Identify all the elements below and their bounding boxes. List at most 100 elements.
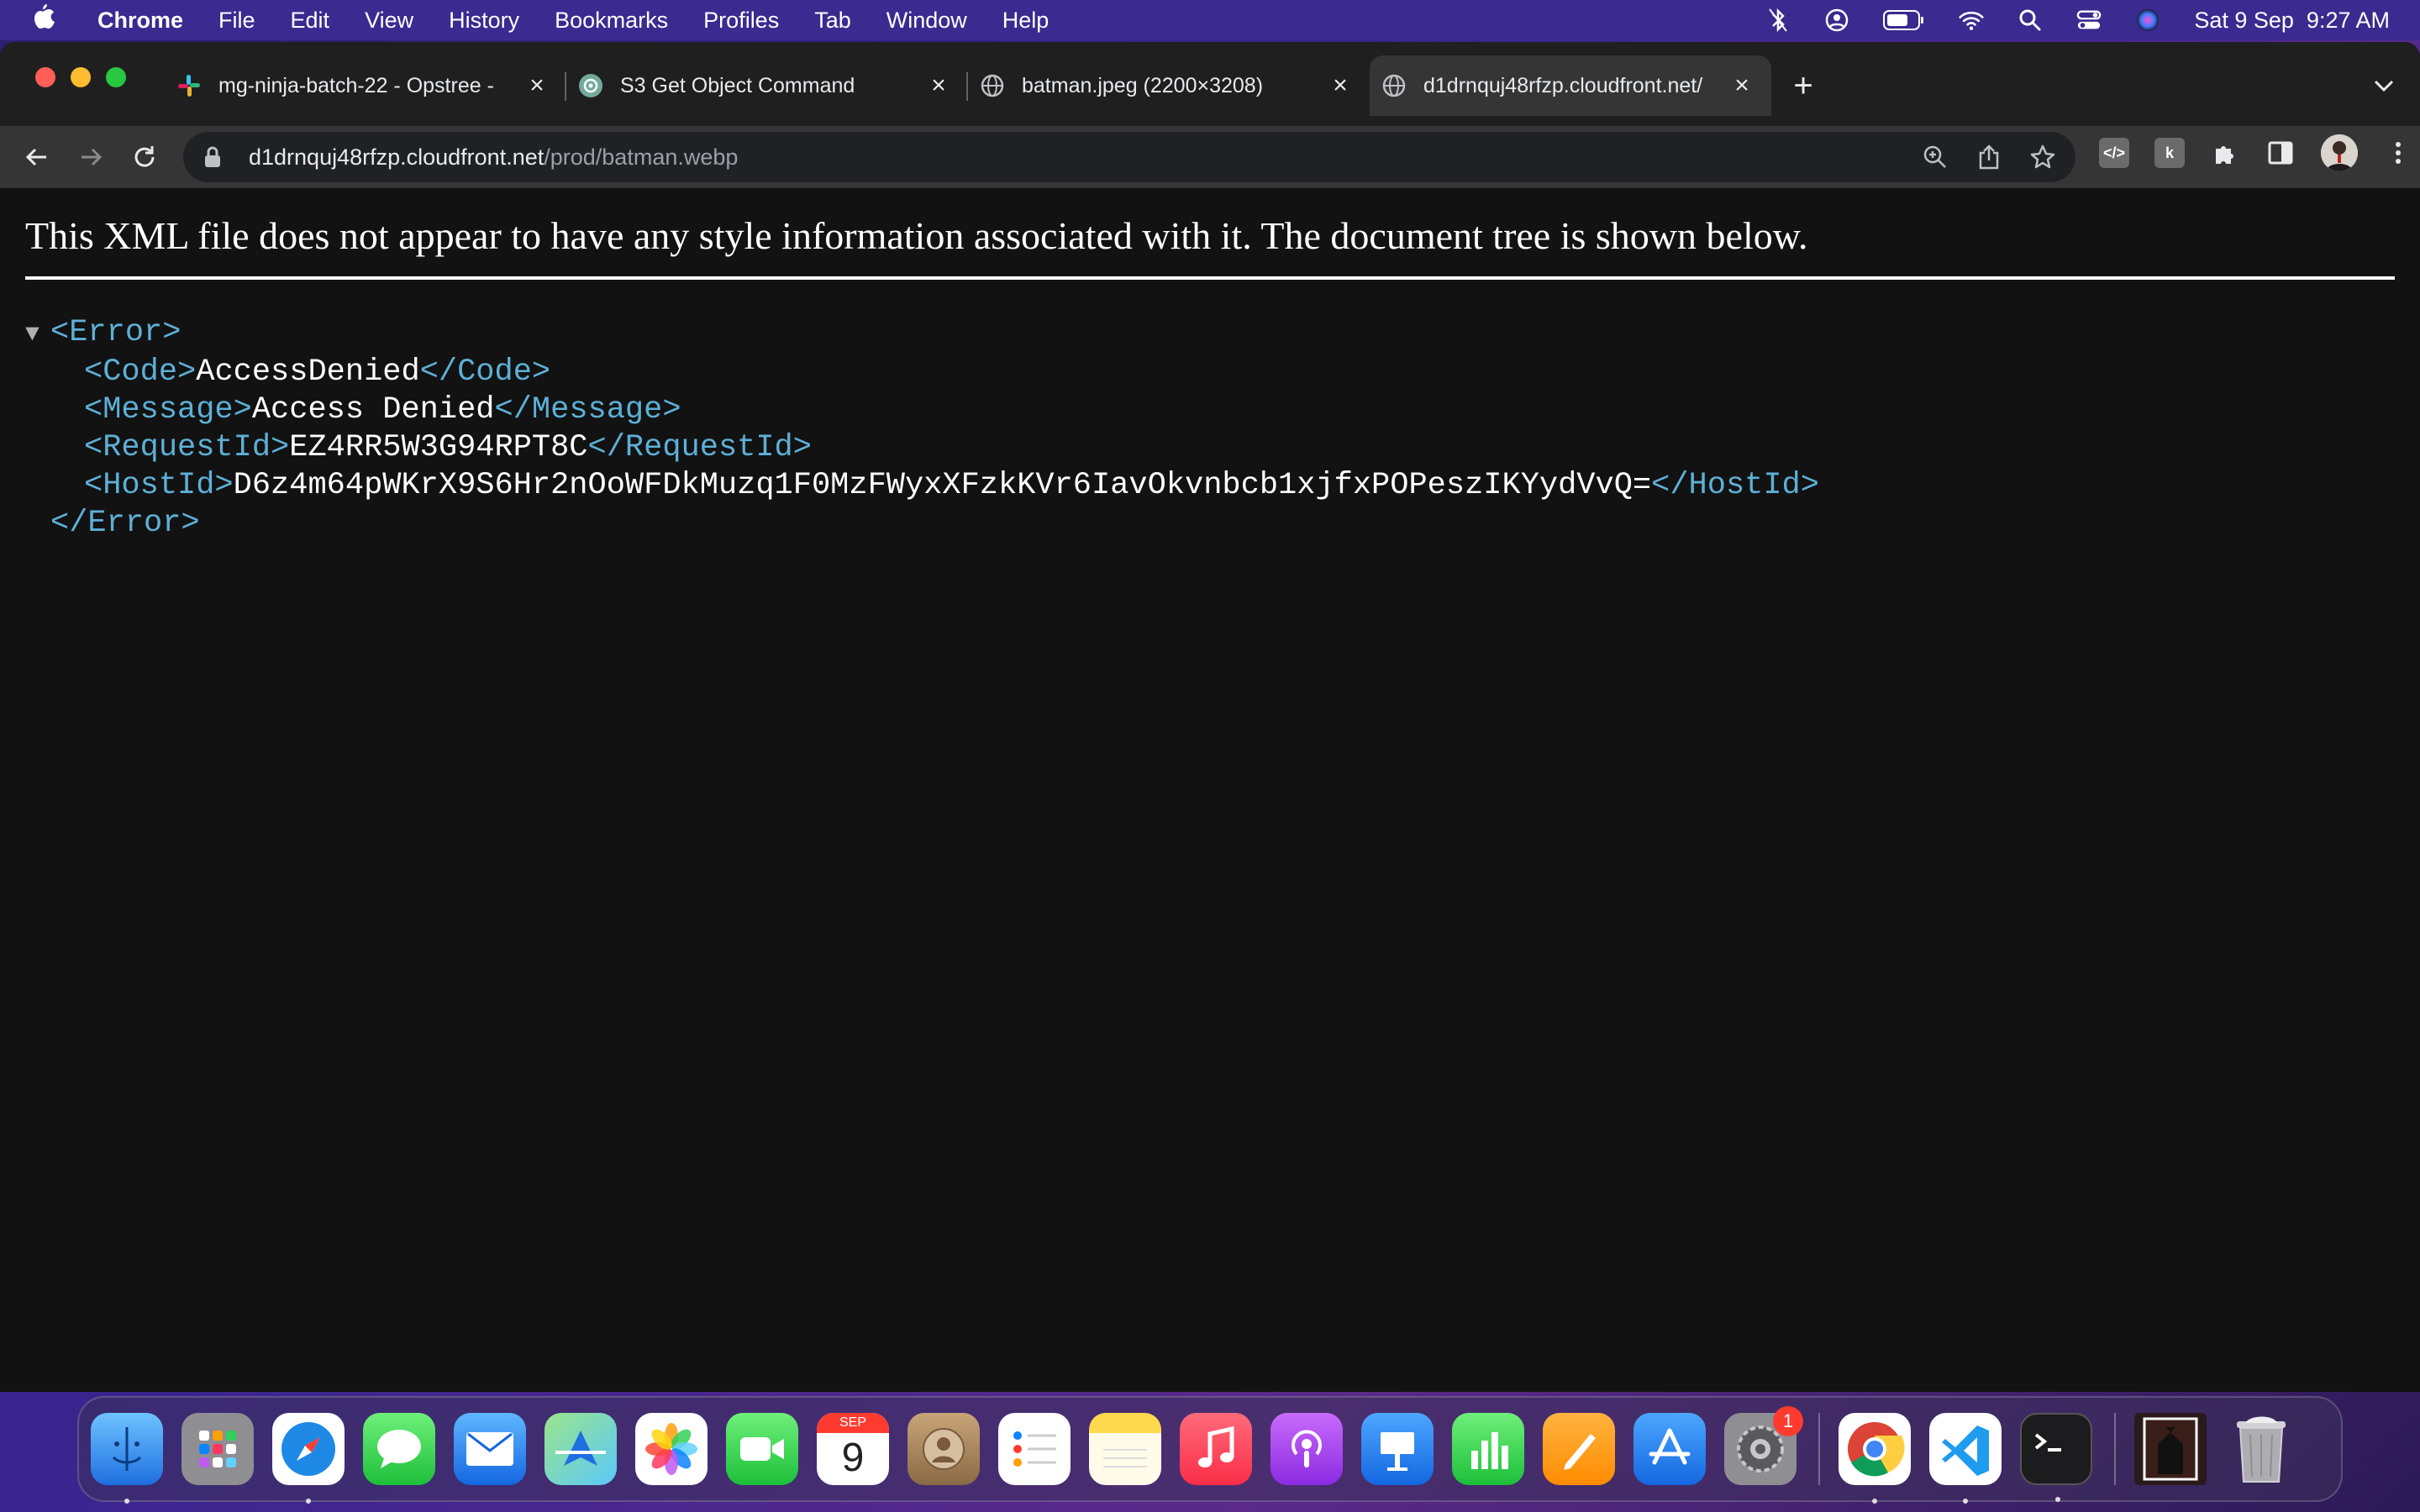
globe-icon xyxy=(980,73,1005,98)
bluetooth-icon[interactable] xyxy=(1765,8,1791,33)
app-store-icon[interactable] xyxy=(1634,1413,1706,1485)
tab-batman-jpeg[interactable]: batman.jpeg (2200×3208) × xyxy=(968,55,1370,116)
dock-separator xyxy=(1818,1413,1820,1485)
menu-tab[interactable]: Tab xyxy=(814,8,851,34)
menu-view[interactable]: View xyxy=(365,8,413,34)
mail-icon[interactable] xyxy=(454,1413,526,1485)
menu-help[interactable]: Help xyxy=(1002,8,1050,34)
menubar-clock[interactable]: Sat 9 Sep 9:27 AM xyxy=(2194,8,2390,34)
downloads-stack-icon[interactable] xyxy=(2134,1413,2207,1485)
tab-strip: mg-ninja-batch-22 - Opstree - × S3 Get O… xyxy=(0,42,2420,126)
collapse-triangle-icon[interactable]: ▼ xyxy=(25,316,50,354)
xml-tag: <Code> xyxy=(84,354,197,390)
battery-icon[interactable] xyxy=(1883,8,1925,33)
k-extension-icon[interactable]: k xyxy=(2154,138,2185,168)
music-icon[interactable] xyxy=(1180,1413,1252,1485)
xml-tag: <RequestId> xyxy=(84,430,290,465)
tab-search-chevron-icon[interactable] xyxy=(2373,72,2395,98)
photos-icon[interactable] xyxy=(635,1413,708,1485)
wifi-icon[interactable] xyxy=(1959,8,1984,33)
trash-icon[interactable] xyxy=(2225,1413,2297,1485)
xml-tag: </Error> xyxy=(50,506,200,541)
close-tab-icon[interactable]: × xyxy=(926,73,951,98)
close-window-button[interactable] xyxy=(35,67,55,87)
xml-request-id-value: EZ4RR5W3G94RPT8C xyxy=(289,430,588,465)
launchpad-icon[interactable] xyxy=(182,1413,254,1485)
chatgpt-icon xyxy=(578,73,603,98)
calendar-month: SEP xyxy=(817,1413,889,1433)
contacts-icon[interactable] xyxy=(908,1413,980,1485)
window-controls xyxy=(35,67,126,87)
status-area: Sat 9 Sep 9:27 AM xyxy=(1765,8,2390,34)
xml-tag: </Code> xyxy=(419,354,551,390)
podcasts-icon[interactable] xyxy=(1270,1413,1343,1485)
numbers-icon[interactable] xyxy=(1452,1413,1524,1485)
xml-request-id-line: <RequestId>EZ4RR5W3G94RPT8C</RequestId> xyxy=(25,429,1819,467)
calendar-day: 9 xyxy=(841,1435,865,1480)
xml-document-tree: ▼ <Error> <Code>AccessDenied</Code> <Mess… xyxy=(25,314,1819,543)
running-indicator xyxy=(2055,1497,2060,1502)
new-tab-button[interactable]: + xyxy=(1778,55,1828,116)
address-bar-actions xyxy=(1921,143,2075,171)
keynote-icon[interactable] xyxy=(1361,1413,1434,1485)
zoom-window-button[interactable] xyxy=(106,67,126,87)
notes-icon[interactable] xyxy=(1089,1413,1161,1485)
calendar-icon[interactable]: SEP 9 xyxy=(817,1413,889,1485)
tab-title: batman.jpeg (2200×3208) xyxy=(1022,73,1264,97)
pages-icon[interactable] xyxy=(1543,1413,1615,1485)
xml-tag: <HostId> xyxy=(84,468,234,503)
facetime-icon[interactable] xyxy=(726,1413,798,1485)
share-icon[interactable] xyxy=(1975,143,2003,171)
terminal-icon[interactable] xyxy=(2020,1413,2092,1502)
xml-root-open-line: ▼ <Error> xyxy=(25,314,1819,354)
code-extension-icon[interactable]: </> xyxy=(2099,138,2129,168)
close-tab-icon[interactable]: × xyxy=(524,73,550,98)
bookmark-star-icon[interactable] xyxy=(2028,143,2057,171)
side-panel-icon[interactable] xyxy=(2265,138,2296,168)
chrome-window: mg-ninja-batch-22 - Opstree - × S3 Get O… xyxy=(0,42,2420,1392)
menu-window[interactable]: Window xyxy=(886,8,967,34)
messages-icon[interactable] xyxy=(363,1413,435,1485)
menu-app-name[interactable]: Chrome xyxy=(97,8,183,34)
siri-icon[interactable] xyxy=(2135,8,2160,33)
zoom-icon[interactable] xyxy=(1921,143,1949,171)
vscode-icon[interactable] xyxy=(1929,1413,2002,1504)
address-bar[interactable]: d1drnquj48rfzp.cloudfront.net/prod/batma… xyxy=(183,132,2075,182)
profile-avatar[interactable] xyxy=(2321,134,2358,171)
menu-bar: Chrome File Edit View History Bookmarks … xyxy=(0,0,2420,40)
menu-bookmarks[interactable]: Bookmarks xyxy=(555,8,668,34)
xml-tag: </Message> xyxy=(494,392,681,428)
chrome-icon[interactable] xyxy=(1839,1413,1911,1504)
menu-file[interactable]: File xyxy=(218,8,255,34)
user-account-icon[interactable] xyxy=(1824,8,1849,33)
menu-history[interactable]: History xyxy=(449,8,519,34)
chrome-menu-icon[interactable] xyxy=(2383,138,2413,168)
tab-title: d1drnquj48rfzp.cloudfront.net/ xyxy=(1423,73,1703,97)
maps-icon[interactable] xyxy=(544,1413,617,1485)
menu-edit[interactable]: Edit xyxy=(291,8,330,34)
control-center-icon[interactable] xyxy=(2076,8,2102,33)
reload-button[interactable] xyxy=(118,130,171,184)
tab-cloudfront-active[interactable]: d1drnquj48rfzp.cloudfront.net/ × xyxy=(1370,55,1771,116)
forward-button[interactable] xyxy=(64,130,118,184)
tab-s3-get-object[interactable]: S3 Get Object Command × xyxy=(566,55,968,116)
menu-profiles[interactable]: Profiles xyxy=(703,8,779,34)
settings-notification-badge: 1 xyxy=(1773,1406,1803,1436)
finder-icon[interactable] xyxy=(91,1413,163,1504)
spotlight-search-icon[interactable] xyxy=(2018,8,2043,33)
extensions-puzzle-icon[interactable] xyxy=(2210,138,2240,168)
lock-icon[interactable] xyxy=(203,145,229,169)
system-settings-icon[interactable]: 1 xyxy=(1724,1406,1803,1485)
xml-code-line: <Code>AccessDenied</Code> xyxy=(25,354,1819,391)
close-tab-icon[interactable]: × xyxy=(1729,73,1754,98)
xml-tag: </HostId> xyxy=(1651,468,1819,503)
apple-icon[interactable] xyxy=(30,3,55,39)
safari-icon[interactable] xyxy=(272,1413,345,1504)
tabs: mg-ninja-batch-22 - Opstree - × S3 Get O… xyxy=(165,55,1828,116)
minimize-window-button[interactable] xyxy=(71,67,91,87)
reminders-icon[interactable] xyxy=(998,1413,1071,1485)
tab-title: mg-ninja-batch-22 - Opstree - xyxy=(218,73,494,97)
back-button[interactable] xyxy=(10,130,64,184)
close-tab-icon[interactable]: × xyxy=(1328,73,1353,98)
tab-slack[interactable]: mg-ninja-batch-22 - Opstree - × xyxy=(165,55,566,116)
